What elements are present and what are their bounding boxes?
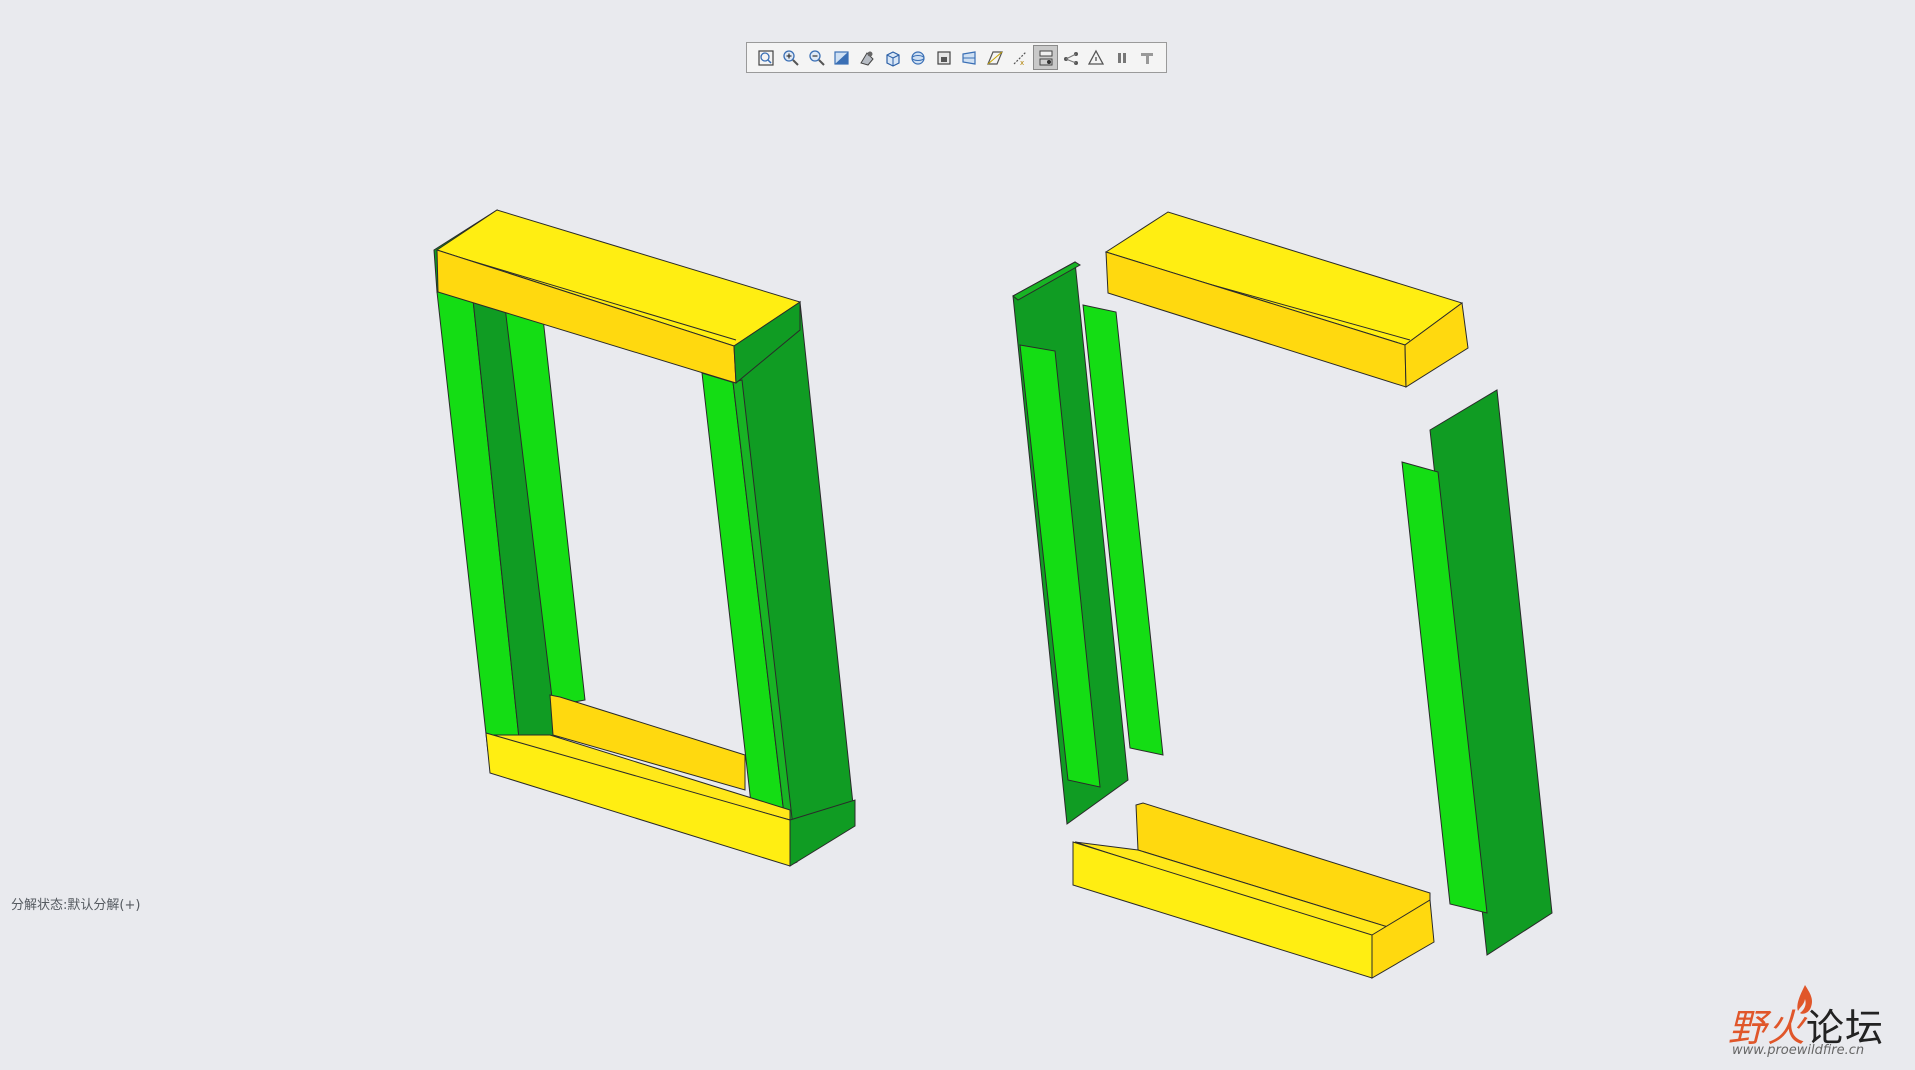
exploded-frame[interactable] (1012, 211, 1553, 979)
watermark: 野火论坛 www.proewildfire.cn (1728, 985, 1908, 1065)
assembly-model-view[interactable] (0, 0, 1915, 1070)
watermark-url: www.proewildfire.cn (1732, 1043, 1865, 1058)
assembled-frame[interactable] (433, 209, 856, 867)
explode-state-label: 分解状态:默认分解(+) (11, 898, 141, 913)
graphics-window[interactable]: x 分解状态:默认分解(+) 野火论坛 www.proewildfire.cn (0, 0, 1915, 1070)
